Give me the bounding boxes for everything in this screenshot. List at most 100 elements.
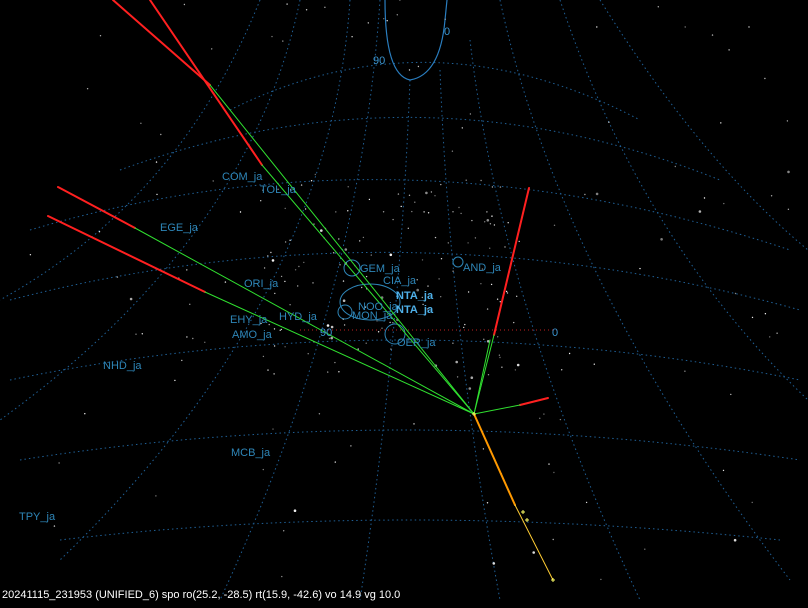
star (377, 331, 380, 333)
star (300, 184, 303, 186)
star (751, 316, 754, 319)
star (408, 194, 411, 196)
shower-label-oer[interactable]: OER_ja (397, 337, 436, 349)
star (552, 538, 554, 541)
star (770, 195, 773, 197)
star (271, 259, 275, 262)
shower-label-tpy[interactable]: TPY_ja (19, 511, 55, 523)
star (262, 355, 265, 358)
star (338, 238, 340, 240)
star (324, 6, 326, 8)
shower-label-ori[interactable]: ORI_ja (244, 278, 278, 290)
star (270, 251, 272, 254)
star (268, 323, 270, 326)
star (135, 333, 137, 335)
star (189, 303, 191, 305)
star (282, 40, 284, 42)
star (334, 461, 336, 463)
star (281, 575, 283, 578)
shower-label-and[interactable]: AND_ja (463, 262, 501, 274)
shower-label-nta-2[interactable]: NTA_ja (396, 304, 433, 316)
star (411, 210, 413, 213)
star (703, 197, 706, 199)
star (284, 207, 286, 210)
shower-label-ege[interactable]: EGE_ja (160, 222, 198, 234)
star (279, 329, 281, 331)
star (347, 210, 349, 212)
star (174, 379, 176, 382)
star (498, 354, 501, 356)
star (386, 20, 388, 22)
star (463, 326, 465, 329)
star (486, 211, 488, 213)
shower-label-cia[interactable]: CIA_ja (383, 275, 416, 287)
star (513, 321, 515, 324)
star (496, 298, 499, 300)
star (284, 346, 286, 348)
star (318, 413, 321, 415)
star (350, 445, 352, 447)
star (421, 259, 424, 261)
shower-label-gem[interactable]: GEM_ja (360, 263, 400, 275)
star (501, 366, 503, 368)
star (267, 369, 269, 371)
star (160, 133, 162, 136)
grid-label-top-zero: 0 (444, 26, 451, 38)
star (447, 242, 449, 244)
star (314, 173, 316, 176)
meteor-tracks (47, 0, 554, 581)
star (730, 393, 732, 396)
star (297, 285, 299, 287)
star (467, 242, 469, 244)
star (484, 221, 486, 223)
star (383, 18, 385, 20)
shower-label-nta-1[interactable]: NTA_ja (396, 290, 433, 302)
star (644, 548, 646, 550)
star (506, 292, 509, 294)
shower-label-mcb[interactable]: MCB_ja (231, 447, 270, 459)
star (84, 413, 86, 415)
star (505, 290, 508, 293)
shower-label-nhd[interactable]: NHD_ja (103, 360, 142, 372)
shower-label-amo[interactable]: AMO_ja (232, 329, 272, 341)
star (399, 0, 401, 1)
star (307, 353, 309, 355)
star (553, 471, 555, 474)
star (343, 324, 346, 326)
shower-label-hyd[interactable]: HYD_ja (279, 311, 317, 323)
star (568, 352, 571, 355)
star (427, 285, 429, 287)
star (414, 201, 416, 203)
star (465, 179, 467, 181)
star (359, 240, 361, 242)
star (486, 502, 489, 504)
shower-label-tol[interactable]: TOL_ja (260, 184, 296, 196)
star (585, 501, 588, 504)
star (452, 270, 454, 272)
star (456, 376, 459, 378)
star (451, 150, 454, 152)
star (559, 418, 562, 421)
star (181, 359, 183, 362)
star (304, 208, 307, 210)
shower-label-mon[interactable]: MON_ja (352, 310, 392, 322)
star (98, 231, 101, 233)
star (392, 322, 394, 324)
star (320, 229, 323, 232)
star (470, 376, 474, 380)
star (489, 247, 491, 249)
star (787, 208, 790, 210)
star (382, 211, 385, 213)
star (273, 328, 276, 330)
star (211, 48, 213, 50)
star (99, 35, 102, 37)
star (263, 267, 266, 269)
star (467, 291, 470, 293)
star (284, 241, 287, 243)
grid-label-mid-ninety: 90 (320, 327, 333, 339)
star (58, 462, 60, 464)
shower-label-ehy[interactable]: EHY_ja (230, 314, 267, 326)
star (280, 275, 283, 278)
shower-label-com[interactable]: COM_ja (222, 171, 262, 183)
star (212, 180, 214, 182)
